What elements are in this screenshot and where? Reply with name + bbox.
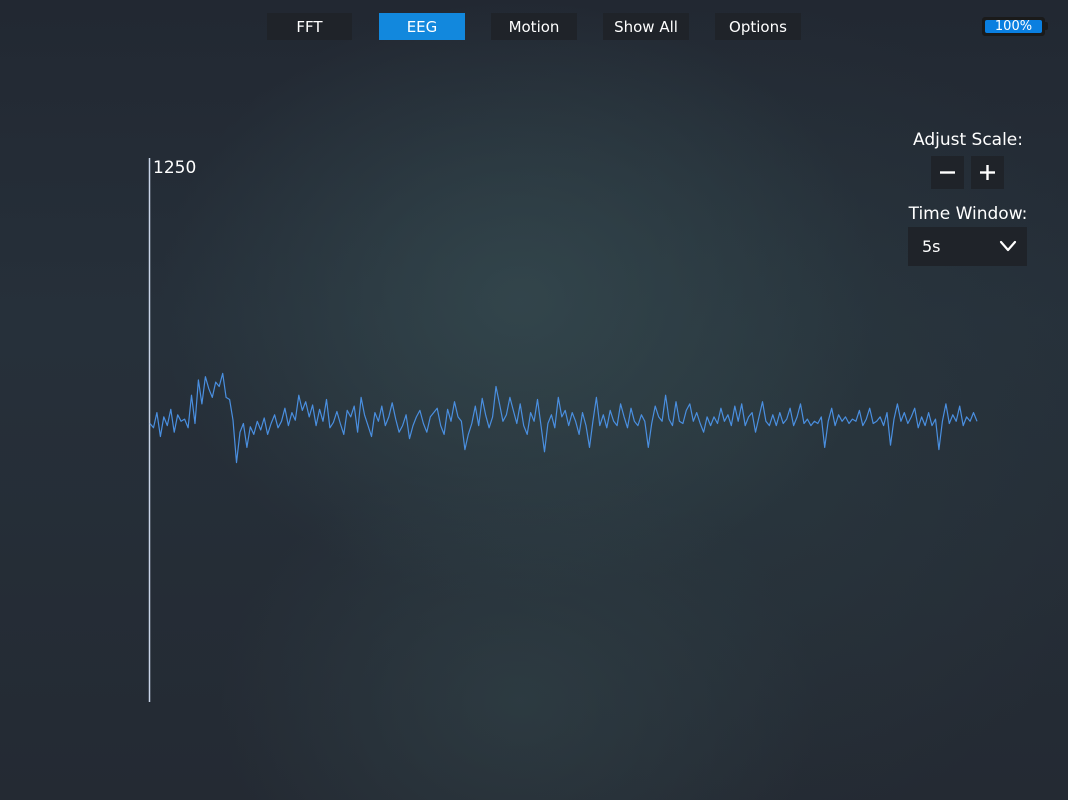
time-window-value: 5s (922, 237, 941, 256)
battery-tip (1044, 22, 1048, 30)
adjust-scale-label: Adjust Scale: (912, 130, 1023, 150)
eeg-chart: 1250 (148, 158, 978, 702)
battery-indicator: 100% (982, 17, 1050, 36)
tab-eeg[interactable]: EEG (379, 13, 465, 40)
tab-options-label: Options (729, 17, 787, 36)
time-window-select[interactable]: 5s (908, 227, 1027, 266)
tab-fft-label: FFT (296, 17, 323, 36)
tab-fft[interactable]: FFT (267, 13, 352, 40)
tab-eeg-label: EEG (406, 17, 438, 36)
battery-icon: 100% (982, 17, 1045, 36)
chevron-down-icon (999, 240, 1017, 252)
minus-icon (940, 171, 955, 174)
tab-show-all-label: Show All (614, 17, 678, 36)
scale-decrease-button[interactable] (931, 156, 964, 189)
battery-percent: 100% (994, 19, 1033, 34)
tab-show-all[interactable]: Show All (603, 13, 689, 40)
tab-motion[interactable]: Motion (491, 13, 577, 40)
eeg-signal-line (149, 372, 978, 464)
scale-increase-button[interactable] (971, 156, 1004, 189)
plus-icon (980, 165, 995, 180)
tab-options[interactable]: Options (715, 13, 801, 40)
tab-motion-label: Motion (508, 17, 560, 36)
y-axis-max-label: 1250 (153, 158, 196, 178)
time-window-label: Time Window: (908, 204, 1028, 224)
